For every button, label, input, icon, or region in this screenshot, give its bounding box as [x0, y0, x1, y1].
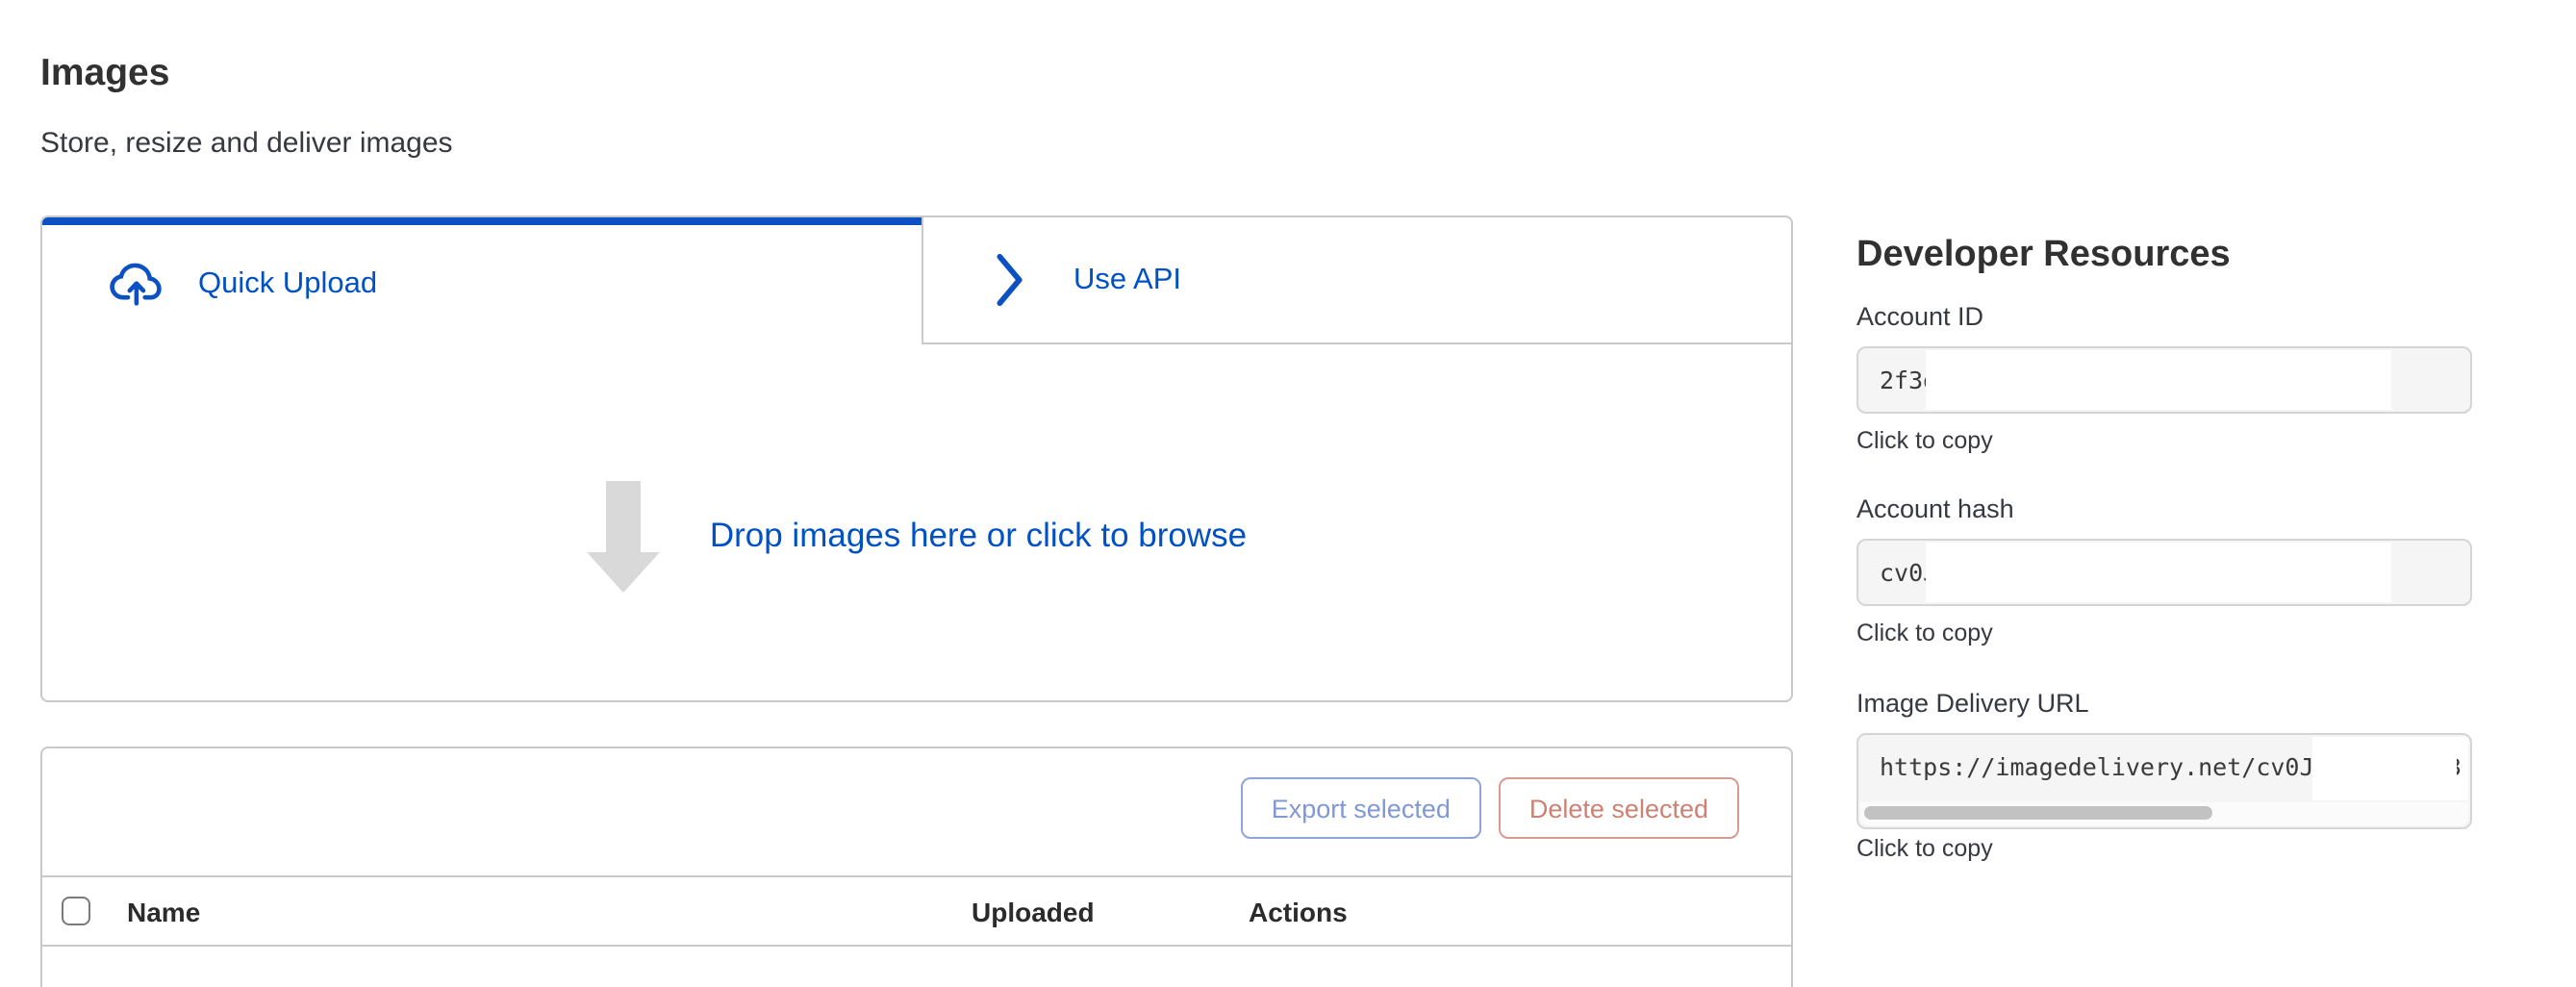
- page-title: Images: [40, 48, 169, 100]
- table-toolbar: Export selected Delete selected: [1241, 777, 1739, 839]
- account-hash-copy-hint: Click to copy: [1856, 618, 1993, 650]
- upload-panel: Quick Upload Use API Drop images here or…: [40, 215, 1793, 702]
- horizontal-scrollbar: [1860, 802, 2468, 825]
- redacted-url-fragment: 3: [2457, 752, 2464, 779]
- tab-quick-upload[interactable]: Quick Upload: [42, 225, 922, 342]
- redaction-overlay: [2312, 737, 2468, 800]
- account-hash-field[interactable]: cv0J: [1856, 539, 2472, 606]
- image-delivery-url-copy-hint: Click to copy: [1856, 833, 1993, 866]
- developer-resources-title: Developer Resources: [1856, 231, 2231, 281]
- account-hash-label: Account hash: [1856, 493, 2014, 527]
- export-selected-button[interactable]: Export selected: [1241, 777, 1481, 839]
- cloud-upload-icon: [106, 262, 165, 306]
- redaction-overlay: [1926, 543, 2391, 602]
- column-header-actions: Actions: [1249, 877, 1348, 945]
- redaction-overlay: [1926, 350, 2391, 410]
- image-delivery-url-label: Image Delivery URL: [1856, 687, 2089, 721]
- account-id-label: Account ID: [1856, 300, 1983, 335]
- tab-use-api[interactable]: Use API: [922, 217, 1791, 344]
- chevron-right-icon: [995, 252, 1025, 308]
- tab-use-api-label: Use API: [1073, 263, 1181, 297]
- image-delivery-url-value: https://imagedelivery.net/cv0JSj: [1880, 735, 2343, 798]
- account-id-field[interactable]: 2f3d: [1856, 346, 2472, 414]
- account-id-copy-hint: Click to copy: [1856, 425, 1993, 458]
- images-table-card: Export selected Delete selected Name Upl…: [40, 747, 1793, 987]
- page-subtitle: Store, resize and deliver images: [40, 125, 453, 164]
- tab-quick-upload-label: Quick Upload: [198, 266, 377, 301]
- column-header-name: Name: [127, 877, 200, 945]
- delete-selected-button[interactable]: Delete selected: [1499, 777, 1739, 839]
- image-delivery-url-field[interactable]: https://imagedelivery.net/cv0JSj 3: [1856, 733, 2472, 829]
- download-arrow-icon: [587, 480, 660, 592]
- scrollbar-thumb[interactable]: [1864, 806, 2212, 820]
- image-dropzone[interactable]: Drop images here or click to browse: [42, 344, 1791, 700]
- column-header-uploaded: Uploaded: [972, 877, 1095, 945]
- dropzone-label: Drop images here or click to browse: [710, 516, 1247, 556]
- table-header-row: Name Uploaded Actions: [42, 875, 1791, 947]
- select-all-checkbox[interactable]: [62, 897, 90, 925]
- images-page: Images Store, resize and deliver images …: [0, 0, 2576, 954]
- active-tab-indicator: [42, 217, 922, 225]
